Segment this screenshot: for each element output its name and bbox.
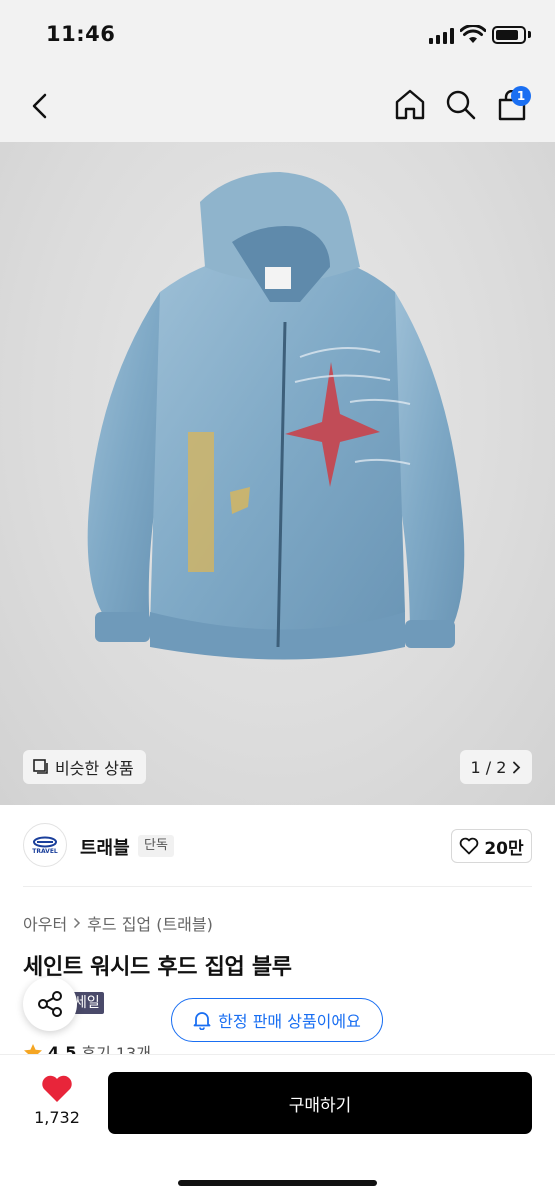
breadcrumb-subcategory[interactable]: 후드 집업 (트래블) <box>87 911 213 935</box>
chevron-right-icon <box>513 761 521 773</box>
brand-like-count: 20만 <box>484 838 524 859</box>
home-icon[interactable] <box>393 87 427 121</box>
brand-like-button[interactable]: 20만 <box>451 829 532 863</box>
similar-label: 비슷한 상품 <box>55 759 134 778</box>
image-pager[interactable]: 1 / 2 <box>460 750 532 784</box>
exclusive-badge: 단독 <box>138 835 174 857</box>
heart-filled-icon[interactable] <box>40 1074 74 1104</box>
similar-products-button[interactable]: 비슷한 상품 <box>23 750 146 784</box>
back-icon[interactable] <box>28 92 52 120</box>
limited-sale-label: 한정 판매 상품이에요 <box>218 1012 361 1031</box>
similar-icon <box>33 759 48 774</box>
limited-sale-pill[interactable]: 한정 판매 상품이에요 <box>171 998 383 1042</box>
brand-logo[interactable]: TRAVEL <box>23 823 67 867</box>
cart-badge: 1 <box>511 86 531 106</box>
hoodie-illustration <box>87 172 465 660</box>
chevron-right-icon <box>74 917 81 929</box>
breadcrumb: 아우터 후드 집업 (트래블) <box>23 911 213 935</box>
share-icon <box>38 991 62 1017</box>
status-bar: 11:46 <box>0 0 555 70</box>
status-time: 11:46 <box>46 22 116 46</box>
breadcrumb-category[interactable]: 아우터 <box>23 911 67 935</box>
pager-text: 1 / 2 <box>470 757 507 777</box>
bell-icon <box>193 1012 211 1030</box>
wish-count: 1,732 <box>34 1108 80 1127</box>
buy-button[interactable]: 구매하기 <box>108 1072 532 1134</box>
divider <box>23 886 532 887</box>
signal-icon <box>429 28 455 44</box>
brand-name[interactable]: 트래블 <box>80 834 130 860</box>
brand-logo-text: TRAVEL <box>32 848 58 855</box>
share-button[interactable] <box>23 977 77 1031</box>
heart-outline-icon <box>460 837 479 855</box>
search-icon[interactable] <box>444 88 478 122</box>
top-nav <box>0 70 555 142</box>
wifi-icon <box>460 25 486 43</box>
product-image[interactable] <box>0 142 555 805</box>
battery-icon <box>492 26 526 44</box>
home-indicator <box>178 1180 377 1186</box>
